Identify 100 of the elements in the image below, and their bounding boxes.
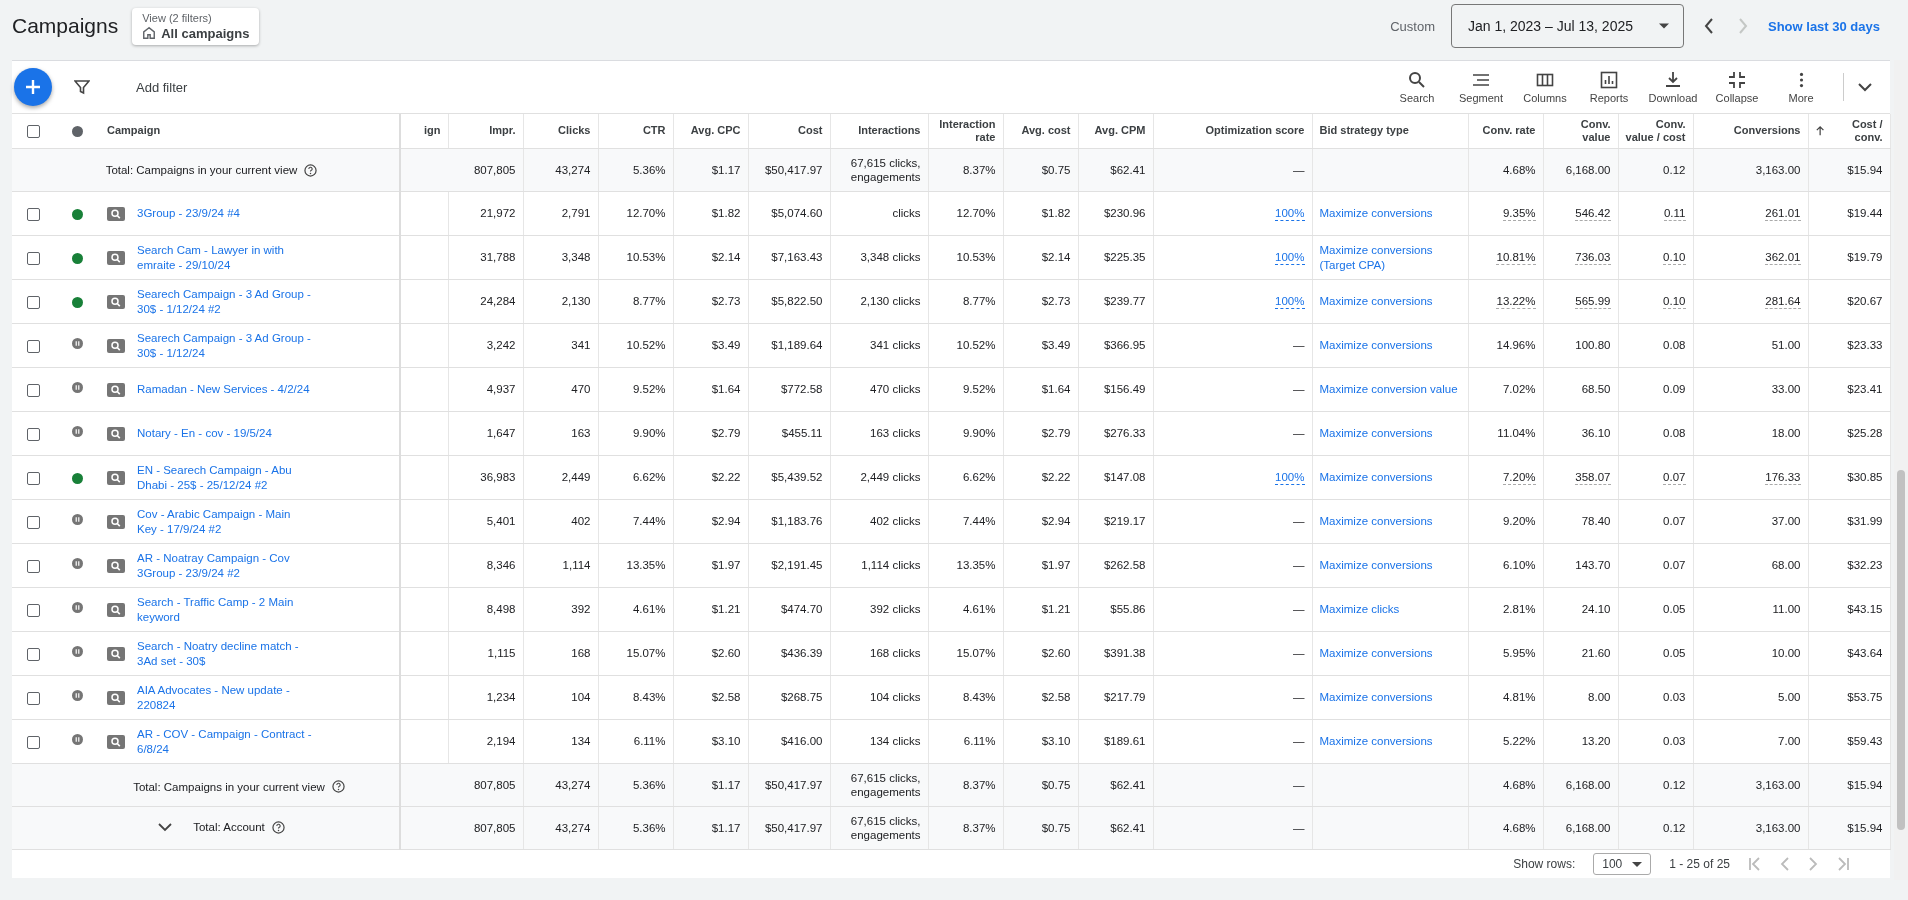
- columns-tool-button[interactable]: Columns: [1516, 70, 1574, 104]
- search-tool-button[interactable]: Search: [1388, 70, 1446, 104]
- column-header[interactable]: Conv. rate: [1482, 124, 1536, 138]
- row-checkbox[interactable]: [27, 647, 40, 661]
- date-range-dropdown[interactable]: Jan 1, 2023 – Jul 13, 2025: [1450, 4, 1684, 48]
- rows-per-page-dropdown[interactable]: 100: [1593, 853, 1652, 875]
- table-cell: 7.02%: [1502, 382, 1536, 397]
- campaign-link[interactable]: Cov - Arabic Campaign - Main Key - 17/9/24 #2: [137, 506, 312, 537]
- column-header[interactable]: Avg. CPC: [690, 124, 741, 138]
- bid-strategy-link[interactable]: Maximize conversions (Target CPA): [1319, 242, 1461, 273]
- row-checkbox[interactable]: [27, 515, 40, 529]
- row-checkbox[interactable]: [27, 251, 40, 265]
- column-header[interactable]: Conv. value / cost: [1625, 117, 1686, 145]
- add-filter-button[interactable]: Add filter: [136, 79, 188, 95]
- campaign-link[interactable]: AR - COV - Campaign - Contract - 6/8/24: [137, 726, 312, 757]
- select-all-checkbox[interactable]: [27, 124, 40, 138]
- column-header[interactable]: Campaign: [107, 124, 161, 138]
- column-header[interactable]: Interactions: [858, 124, 921, 138]
- campaign-link[interactable]: Searech Campaign - 3 Ad Group - 30$ - 1/12/24: [137, 330, 312, 361]
- column-header[interactable]: ign: [424, 124, 441, 138]
- campaign-link[interactable]: Search - Noatry decline match - 3Ad set - 30$: [137, 638, 312, 669]
- row-checkbox[interactable]: [27, 603, 40, 617]
- help-icon[interactable]: [304, 163, 318, 177]
- campaign-link[interactable]: 3Group - 23/9/24 #4: [137, 206, 240, 221]
- segment-tool-button[interactable]: Segment: [1452, 70, 1510, 104]
- bid-strategy-link[interactable]: Maximize conversions: [1319, 734, 1461, 749]
- column-header[interactable]: Conversions: [1733, 124, 1801, 138]
- chevron-down-icon[interactable]: [1858, 82, 1872, 92]
- table-cell: 565.99: [1575, 293, 1611, 310]
- row-checkbox[interactable]: [27, 383, 40, 397]
- add-button[interactable]: [14, 68, 52, 106]
- optimization-score[interactable]: 100%: [1275, 469, 1305, 486]
- optimization-score[interactable]: 100%: [1275, 293, 1305, 310]
- more-tool-button[interactable]: More: [1772, 70, 1830, 104]
- campaign-link[interactable]: AIA Advocates - New update - 220824: [137, 682, 312, 713]
- column-header[interactable]: Bid strategy type: [1319, 124, 1409, 138]
- total-value: 5.36%: [632, 820, 666, 836]
- row-checkbox[interactable]: [27, 559, 40, 573]
- column-header[interactable]: Cost / conv.: [1831, 117, 1883, 145]
- optimization-score[interactable]: 100%: [1275, 205, 1305, 222]
- table-cell: 3,242: [486, 338, 516, 353]
- view-selector[interactable]: View (2 filters) All campaigns: [132, 7, 260, 45]
- table-cell: 4.81%: [1502, 690, 1536, 705]
- row-checkbox[interactable]: [27, 339, 40, 353]
- column-header[interactable]: Impr.: [489, 124, 516, 138]
- table-cell: $2.60: [711, 646, 741, 661]
- column-header[interactable]: CTR: [642, 124, 666, 138]
- row-checkbox[interactable]: [27, 295, 40, 309]
- campaign-link[interactable]: Search Cam - Lawyer in with emraite - 29/10/24: [137, 242, 312, 273]
- show-last-30-days-link[interactable]: Show last 30 days: [1768, 18, 1880, 34]
- bid-strategy-link[interactable]: Maximize conversion value: [1319, 382, 1461, 397]
- optimization-score[interactable]: 100%: [1275, 249, 1305, 266]
- campaign-link[interactable]: Search - Traffic Camp - 2 Main keyword: [137, 594, 312, 625]
- campaign-link[interactable]: Notary - En - cov - 19/5/24: [137, 426, 272, 441]
- table-cell: 5.00: [1778, 690, 1801, 705]
- bid-strategy-link[interactable]: Maximize conversions: [1319, 558, 1461, 573]
- bid-strategy-link[interactable]: Maximize conversions: [1319, 426, 1461, 441]
- column-header[interactable]: Conv. value: [1550, 117, 1611, 145]
- bid-strategy-link[interactable]: Maximize conversions: [1319, 646, 1461, 661]
- bid-strategy-link[interactable]: Maximize conversions: [1319, 206, 1461, 221]
- table-cell: $2,191.45: [771, 558, 823, 573]
- table-cell: 10.52%: [956, 338, 996, 353]
- campaign-link[interactable]: AR - Noatray Campaign - Cov 3Group - 23/9/24 #2: [137, 550, 312, 581]
- bid-strategy-link[interactable]: Maximize conversions: [1319, 470, 1461, 485]
- table-cell: 0.05: [1663, 602, 1686, 617]
- table-cell: 134: [571, 734, 591, 749]
- table-cell: 9.90%: [632, 426, 666, 441]
- column-header[interactable]: Optimization score: [1205, 124, 1305, 138]
- bid-strategy-link[interactable]: Maximize conversions: [1319, 338, 1461, 353]
- reports-tool-button[interactable]: Reports: [1580, 70, 1638, 104]
- table-cell: 11.00: [1772, 602, 1801, 617]
- optimization-score: —: [1293, 382, 1305, 397]
- campaign-link[interactable]: EN - Searech Campaign - Abu Dhabi - 25$ - 25/12/24 #2: [137, 462, 312, 493]
- column-header[interactable]: Interaction rate: [935, 117, 996, 145]
- row-checkbox[interactable]: [27, 691, 40, 705]
- column-header[interactable]: Avg. CPM: [1094, 124, 1146, 138]
- download-tool-button[interactable]: Download: [1644, 70, 1702, 104]
- total-value: 6,168.00: [1565, 162, 1611, 178]
- bid-strategy-link[interactable]: Maximize clicks: [1319, 602, 1461, 617]
- row-checkbox[interactable]: [27, 427, 40, 441]
- column-header[interactable]: Clicks: [558, 124, 591, 138]
- chevron-down-icon[interactable]: [158, 823, 173, 833]
- table-cell: 31,788: [480, 250, 516, 265]
- table-cell: 2,449: [561, 470, 591, 485]
- bid-strategy-link[interactable]: Maximize conversions: [1319, 294, 1461, 309]
- campaign-link[interactable]: Searech Campaign - 3 Ad Group - 30$ - 1/12/24 #2: [137, 286, 312, 317]
- help-icon[interactable]: [271, 821, 285, 835]
- filter-icon[interactable]: [74, 79, 90, 95]
- collapse-tool-button[interactable]: Collapse: [1708, 70, 1766, 104]
- table-cell: $230.96: [1103, 206, 1146, 221]
- table-cell: 546.42: [1575, 205, 1611, 222]
- row-checkbox[interactable]: [27, 735, 40, 749]
- bid-strategy-link[interactable]: Maximize conversions: [1319, 690, 1461, 705]
- row-checkbox[interactable]: [27, 471, 40, 485]
- help-icon[interactable]: [331, 780, 345, 794]
- row-checkbox[interactable]: [27, 207, 40, 221]
- column-header[interactable]: Avg. cost: [1021, 124, 1071, 138]
- column-header[interactable]: Cost: [798, 124, 823, 138]
- campaign-link[interactable]: Ramadan - New Services - 4/2/24: [137, 382, 310, 397]
- bid-strategy-link[interactable]: Maximize conversions: [1319, 514, 1461, 529]
